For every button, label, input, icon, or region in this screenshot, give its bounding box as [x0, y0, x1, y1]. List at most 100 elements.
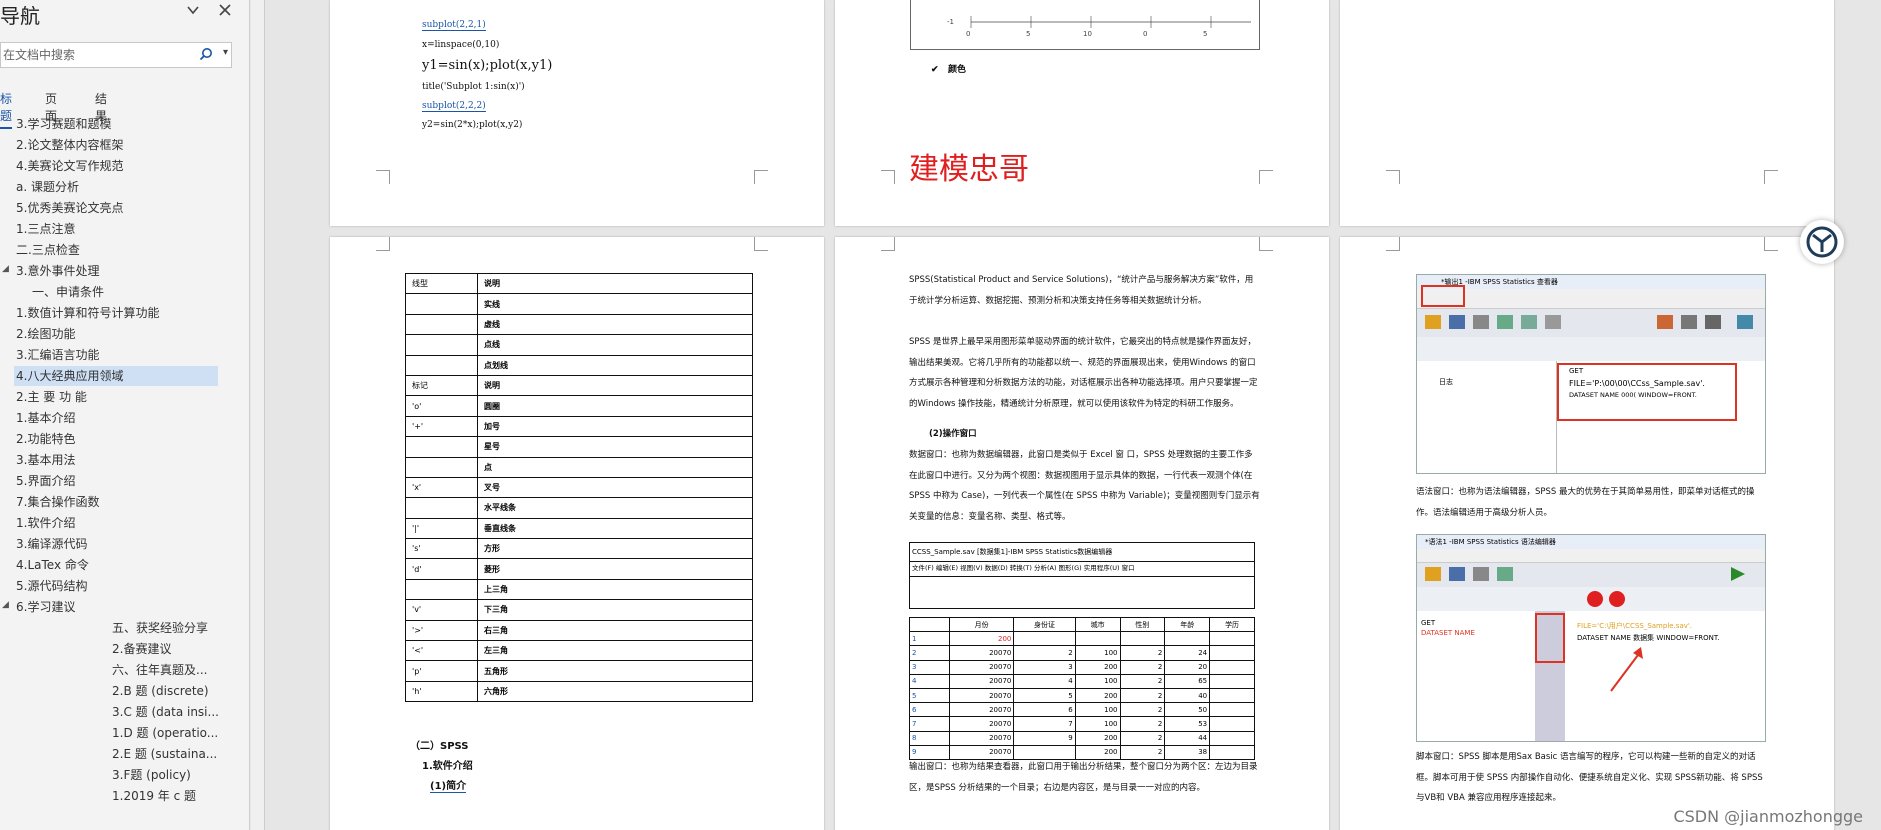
paragraph: 语法窗口：也称为语法编辑器，SPSS 最大的优势在于其简单易用性，即菜单对话框式…: [1416, 487, 1755, 518]
symbol-cell: [405, 293, 478, 315]
table-cell: 100: [1074, 673, 1121, 689]
table-row: 标记 说明: [405, 374, 753, 397]
search-options-dropdown-icon[interactable]: ▾: [223, 47, 228, 58]
table-cell: 200: [948, 631, 1015, 647]
page-5: SPSS(Statistical Product and Service Sol…: [835, 237, 1329, 830]
vertical-ruler: [251, 0, 265, 830]
search-icon[interactable]: [199, 46, 213, 61]
list-item[interactable]: 2.论文整体内容框架: [16, 135, 123, 155]
list-item[interactable]: 2.绘图功能: [16, 324, 75, 344]
table-cell: 20070: [948, 659, 1015, 675]
symbol-cell: [405, 436, 478, 458]
table-row: 'p' 五角形: [405, 660, 753, 682]
list-item[interactable]: 1.数值计算和符号计算功能: [16, 303, 159, 323]
document-area[interactable]: subplot(2,2,1) x=linspace(0,10) y1=sin(x…: [251, 0, 1881, 830]
symbol-cell: '>': [405, 619, 478, 642]
list-item[interactable]: 2.功能特色: [16, 429, 75, 449]
list-item[interactable]: 7.集合操作函数: [16, 492, 99, 512]
code-line: y2=sin(2*x);plot(x,y2): [422, 120, 523, 130]
symbol-cell: [405, 334, 478, 356]
list-item[interactable]: 1.三点注意: [16, 219, 75, 239]
table-row: 'o' 圆圈: [405, 395, 753, 417]
collapse-triangle-icon[interactable]: ◢: [2, 264, 9, 274]
list-item[interactable]: 3.学习赛题和题模: [16, 118, 111, 132]
list-item[interactable]: 五、获奖经验分享: [112, 618, 208, 638]
list-item[interactable]: 3.F题 (policy): [112, 765, 191, 785]
spss-menu-bar: 文件(F) 编辑(E) 视图(V) 数据(D) 转换(T) 分析(A) 图形(G…: [909, 561, 1255, 577]
close-icon[interactable]: [218, 2, 232, 21]
collapse-triangle-icon[interactable]: ◢: [2, 600, 9, 610]
table-cell: 1: [909, 631, 950, 647]
table-cell: [1209, 631, 1255, 647]
description-cell: 点: [477, 456, 753, 478]
table-cell: 7: [1013, 716, 1076, 732]
table-cell: 2: [909, 645, 950, 661]
page-2: 0 5 10 0 5 -1 ✔ 颜色 建模忠哥: [835, 0, 1329, 226]
description-cell: 圆圈: [477, 395, 753, 417]
list-item[interactable]: 1.基本介绍: [16, 408, 75, 428]
description-cell: 虚线: [477, 313, 753, 336]
watermark-text: 建模忠哥: [909, 152, 1029, 187]
description-cell: 说明: [477, 374, 753, 397]
list-item[interactable]: 2.主 要 功 能: [16, 387, 87, 407]
symbol-cell: 'h': [405, 680, 478, 703]
syntax-editor[interactable]: FILE='C:\用户\CCSS_Sample.sav'. DATASET NA…: [1565, 611, 1765, 741]
symbol-cell: 's': [405, 538, 478, 560]
description-cell: 左三角: [477, 640, 753, 662]
list-item[interactable]: 六、往年真题及...: [112, 660, 207, 680]
page-corner-mark: [1259, 170, 1273, 184]
syntax-toolbar: [1417, 563, 1765, 587]
description-cell: 实线: [477, 293, 753, 315]
symbol-cell: [405, 578, 478, 601]
list-item[interactable]: 2.备赛建议: [112, 639, 171, 659]
table-row: 2 20070 2 100 2 24: [909, 645, 1255, 661]
description-cell: 方形: [477, 538, 753, 560]
bullet-item: ✔ 颜色: [931, 65, 966, 75]
list-item-selected[interactable]: 4.八大经典应用领域: [14, 366, 218, 386]
list-item[interactable]: 3.基本用法: [16, 450, 75, 470]
list-item[interactable]: 4.美赛论文写作规范: [16, 156, 123, 176]
list-item[interactable]: 1.2019 年 c 题: [112, 786, 196, 806]
list-item[interactable]: 2.B 题 (discrete): [112, 681, 209, 701]
table-cell: 3: [1013, 659, 1076, 675]
table-cell: 2: [1119, 659, 1166, 675]
table-cell: [1074, 631, 1121, 647]
spss-viewer-screenshot: *输出1 -IBM SPSS Statistics 查看器 日志 GET FIL…: [1416, 274, 1766, 474]
code-line: y1=sin(x);plot(x,y1): [422, 58, 553, 73]
table-cell: 2: [1119, 716, 1166, 732]
table-row: 6 20070 6 100 2 50: [909, 702, 1255, 718]
syntax-text: FILE='C:\用户\CCSS_Sample.sav'.: [1577, 622, 1693, 630]
page-corner-mark: [376, 170, 390, 184]
list-item[interactable]: 3.C 题 (data insi...: [112, 702, 219, 722]
code-line: subplot(2,2,2): [422, 101, 486, 112]
list-item[interactable]: 4.LaTex 命令: [16, 555, 89, 575]
symbol-cell: '|': [405, 517, 478, 540]
list-item[interactable]: a. 课题分析: [16, 177, 79, 197]
list-item[interactable]: 3.编译源代码: [16, 534, 87, 554]
table-row: '+' 加号: [405, 415, 753, 438]
viewer-toolbar: [1417, 309, 1765, 337]
description-cell: 说明: [477, 272, 753, 295]
list-item[interactable]: 3.汇编语言功能: [16, 345, 99, 365]
outline-item[interactable]: 日志: [1439, 377, 1453, 387]
list-item[interactable]: 1.D 题 (operatio...: [112, 723, 218, 743]
assistant-badge-icon[interactable]: [1800, 220, 1844, 264]
list-item[interactable]: 5.优秀美赛论文亮点: [16, 198, 123, 218]
list-item[interactable]: 1.软件介绍: [16, 513, 75, 533]
search-input[interactable]: [1, 43, 197, 67]
paragraph: SPSS 是世界上最早采用图形菜单驱动界面的统计软件，它最突出的特点就是操作界面…: [909, 337, 1258, 409]
chevron-down-icon[interactable]: [186, 2, 200, 21]
table-cell: 20: [1164, 659, 1211, 675]
list-item[interactable]: 5.界面介绍: [16, 471, 75, 491]
table-row: 's' 方形: [405, 538, 753, 560]
list-item[interactable]: 一、申请条件: [32, 282, 104, 302]
list-item[interactable]: 二.三点检查: [16, 240, 80, 260]
list-item[interactable]: 6.学习建议: [16, 597, 75, 617]
list-item[interactable]: 5.源代码结构: [16, 576, 87, 596]
list-item[interactable]: 2.E 题 (sustaina...: [112, 744, 217, 764]
table-cell: 20070: [948, 716, 1015, 732]
page-corner-mark: [1764, 170, 1778, 184]
column-header: [909, 616, 950, 633]
symbol-cell: '<': [405, 640, 478, 662]
list-item[interactable]: 3.意外事件处理: [16, 261, 99, 281]
